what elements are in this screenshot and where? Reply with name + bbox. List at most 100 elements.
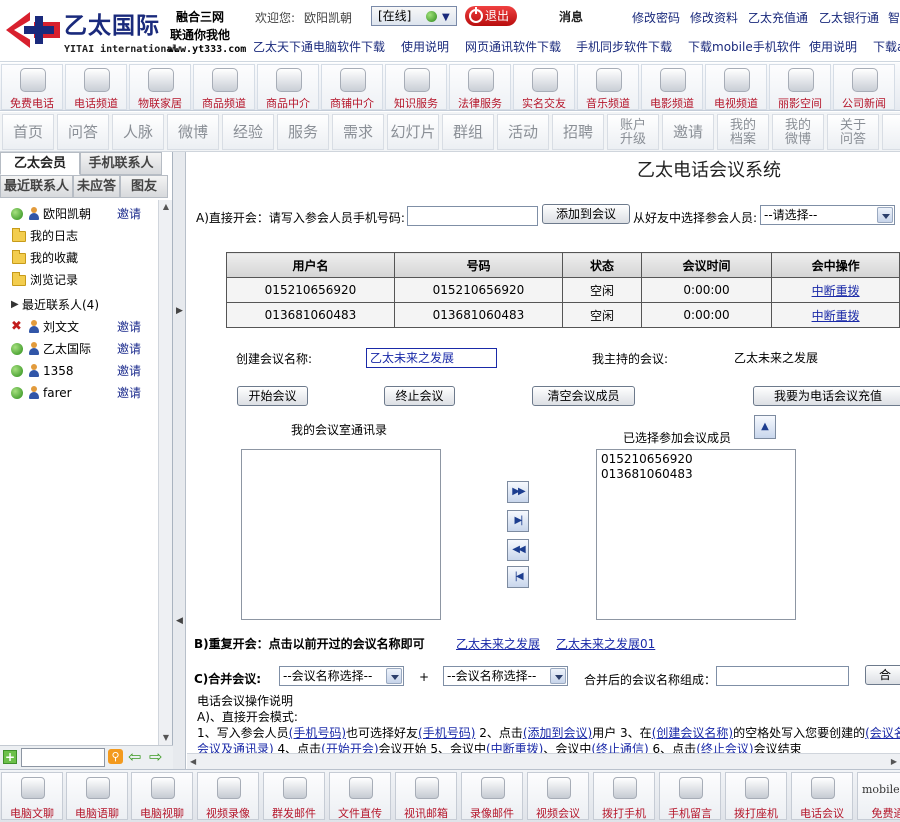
iconbar-smart-home[interactable]: 物联家居 <box>129 64 191 110</box>
manual-link-1[interactable]: 使用说明 <box>401 38 449 55</box>
help-link[interactable]: (手机号码) <box>289 726 346 740</box>
folder-row-favorites[interactable]: 我的收藏 <box>0 247 158 269</box>
iconbar-movie[interactable]: 电影频道 <box>641 64 703 110</box>
top-link-more[interactable]: 智 <box>888 9 900 26</box>
recharge-button[interactable]: 我要为电话会议充值 <box>753 386 900 406</box>
folder-row-diary[interactable]: 我的日志 <box>0 225 158 247</box>
phone-number-input[interactable] <box>407 206 538 226</box>
iconbar-legal[interactable]: 法律服务 <box>449 64 511 110</box>
tab-slides[interactable]: 幻灯片 <box>387 114 439 150</box>
help-link[interactable]: (创建会议名称) <box>652 726 733 740</box>
sidebar-scrollbar[interactable]: ▲ ▼ <box>158 200 172 745</box>
tab-about[interactable]: 关于 问答 <box>827 114 879 150</box>
top-link-recharge[interactable]: 乙太充值通 <box>748 9 808 26</box>
top-link-profile[interactable]: 修改资料 <box>690 9 738 26</box>
invite-link[interactable]: 邀请 <box>117 316 141 338</box>
merged-name-input[interactable] <box>716 666 849 686</box>
tab-network[interactable]: 人脉 <box>112 114 164 150</box>
iconbar-goods-agent[interactable]: 商品中介 <box>257 64 319 110</box>
folder-row-history[interactable]: 浏览记录 <box>0 269 158 291</box>
help-link[interactable]: (添加到会议) <box>523 726 592 740</box>
iconbar-news[interactable]: 公司新闻 <box>833 64 895 110</box>
download-more-link[interactable]: 下载a <box>873 38 900 55</box>
sidebar-tab-unanswered[interactable]: 未应答 <box>73 175 120 198</box>
bottom-text-chat[interactable]: 电脑文聊 <box>1 772 63 820</box>
main-horizontal-scrollbar[interactable]: ◀ ▶ <box>187 753 900 769</box>
merge-select-2[interactable]: --会议名称选择-- <box>443 666 568 686</box>
tab-invite[interactable]: 邀请 <box>662 114 714 150</box>
invite-link[interactable]: 邀请 <box>117 360 141 382</box>
add-contact-icon[interactable]: + <box>3 750 17 764</box>
download-sync-link[interactable]: 手机同步软件下载 <box>576 38 672 55</box>
search-icon[interactable]: ⚲ <box>108 749 123 764</box>
contact-row[interactable]: ✖ 刘文文 邀请 <box>0 316 158 338</box>
invite-link[interactable]: 邀请 <box>117 203 141 225</box>
iconbar-phone-channel[interactable]: 电话频道 <box>65 64 127 110</box>
bottom-call-landline[interactable]: 拨打座机 <box>725 772 787 820</box>
invite-link[interactable]: 邀请 <box>117 382 141 404</box>
members-listbox[interactable]: 015210656920 013681060483 <box>596 449 796 620</box>
manual-link-2[interactable]: 使用说明 <box>809 38 857 55</box>
help-link[interactable]: (手机号码) <box>418 726 475 740</box>
contact-row[interactable]: 欧阳凯朝 邀请 <box>0 203 158 225</box>
iconbar-music[interactable]: 音乐频道 <box>577 64 639 110</box>
merge-button[interactable]: 合 <box>865 665 900 685</box>
contact-row[interactable]: 乙太国际 邀请 <box>0 338 158 360</box>
tab-more[interactable]: 过 微 <box>882 114 900 150</box>
messages-link[interactable]: 消息 <box>559 8 583 25</box>
redial-link[interactable]: 中断重拨 <box>812 309 860 323</box>
iconbar-goods-channel[interactable]: 商品频道 <box>193 64 255 110</box>
sidebar-tab-recent[interactable]: 最近联系人 <box>0 175 73 198</box>
merge-select-1[interactable]: --会议名称选择-- <box>279 666 404 686</box>
iconbar-shop-agent[interactable]: 商铺中介 <box>321 64 383 110</box>
top-link-password[interactable]: 修改密码 <box>632 9 680 26</box>
bottom-voice-chat[interactable]: 电脑语聊 <box>66 772 128 820</box>
tab-qa[interactable]: 问答 <box>57 114 109 150</box>
help-link[interactable]: (会议名 <box>865 726 900 740</box>
move-top-icon[interactable]: ▲ <box>754 415 776 439</box>
bottom-video-chat[interactable]: 电脑视聊 <box>131 772 193 820</box>
bottom-video-conference[interactable]: 视频会议 <box>527 772 589 820</box>
clear-members-button[interactable]: 清空会议成员 <box>532 386 635 406</box>
tab-groups[interactable]: 群组 <box>442 114 494 150</box>
status-dropdown[interactable]: [在线] ▼ <box>371 6 457 26</box>
panel-splitter[interactable]: ▶ ◀ <box>173 152 186 769</box>
tab-service[interactable]: 服务 <box>277 114 329 150</box>
download-web-link[interactable]: 网页通讯软件下载 <box>465 38 561 55</box>
move-all-right-icon[interactable]: ▶| <box>507 510 529 532</box>
tab-events[interactable]: 活动 <box>497 114 549 150</box>
bottom-call-mobile[interactable]: 拨打手机 <box>593 772 655 820</box>
collapse-right-icon[interactable]: ▶ <box>176 306 183 316</box>
tab-experience[interactable]: 经验 <box>222 114 274 150</box>
collapse-left-icon[interactable]: ◀ <box>176 616 183 626</box>
tab-weibo[interactable]: 微博 <box>167 114 219 150</box>
contact-search-input[interactable] <box>21 748 105 767</box>
iconbar-space[interactable]: 丽影空间 <box>769 64 831 110</box>
past-meeting-link[interactable]: 乙太未来之发展01 <box>556 635 655 652</box>
bottom-file-transfer[interactable]: 文件直传 <box>329 772 391 820</box>
invite-link[interactable]: 邀请 <box>117 338 141 360</box>
tab-upgrade[interactable]: 账户 升级 <box>607 114 659 150</box>
list-item[interactable]: 013681060483 <box>601 467 791 482</box>
iconbar-knowledge[interactable]: 知识服务 <box>385 64 447 110</box>
top-link-bank[interactable]: 乙太银行通 <box>819 9 879 26</box>
tab-home[interactable]: 首页 <box>2 114 54 150</box>
iconbar-dating[interactable]: 实名交友 <box>513 64 575 110</box>
group-row-recent[interactable]: ▶ 最近联系人(4) <box>0 294 158 316</box>
download-mobile-link[interactable]: 下载mobile手机软件 <box>688 38 801 55</box>
move-left-icon[interactable]: ◀◀ <box>507 539 529 561</box>
sidebar-tab-members[interactable]: 乙太会员 <box>0 152 80 175</box>
bottom-video-record[interactable]: 视频录像 <box>197 772 259 820</box>
bottom-free-call[interactable]: mobile 免费通 <box>857 772 900 820</box>
start-meeting-button[interactable]: 开始会议 <box>237 386 308 406</box>
bottom-sms[interactable]: 手机留言 <box>659 772 721 820</box>
past-meeting-link[interactable]: 乙太未来之发展 <box>456 635 540 652</box>
tab-jobs[interactable]: 招聘 <box>552 114 604 150</box>
bottom-phone-conference[interactable]: 电话会议 <box>791 772 853 820</box>
arrow-left-icon[interactable]: ⇦ <box>128 747 141 766</box>
iconbar-tv[interactable]: 电视频道 <box>705 64 767 110</box>
friend-select[interactable]: --请选择-- <box>760 205 895 225</box>
add-to-meeting-button[interactable]: 添加到会议 <box>542 204 630 224</box>
end-meeting-button[interactable]: 终止会议 <box>384 386 455 406</box>
bottom-video-mailbox[interactable]: 视讯邮箱 <box>395 772 457 820</box>
